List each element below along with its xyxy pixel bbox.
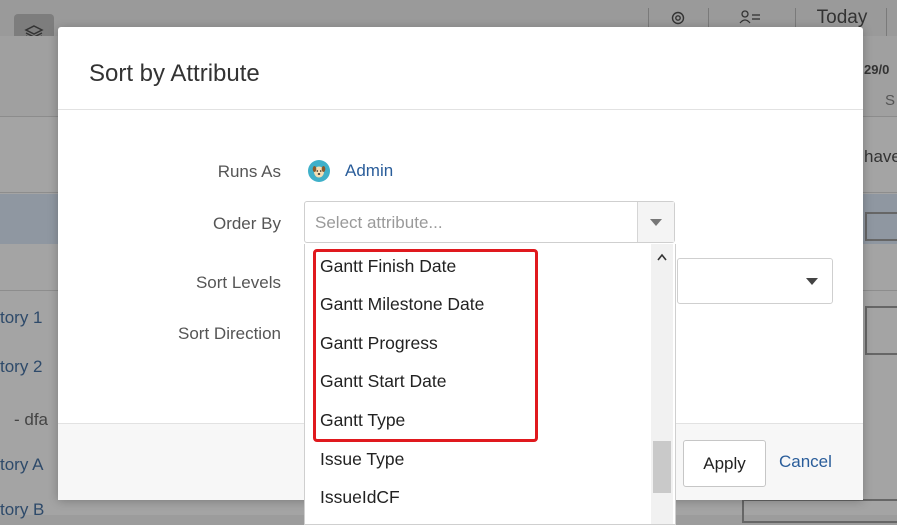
gantt-options-highlight [313, 249, 538, 442]
runs-as-user-link[interactable]: Admin [345, 161, 393, 181]
row-story-a[interactable]: tory A [0, 455, 43, 475]
scrollbar-thumb[interactable] [653, 441, 671, 493]
apply-button[interactable]: Apply [683, 440, 766, 487]
chevron-down-icon [806, 278, 818, 285]
timeline-date: 29/0 [864, 62, 890, 77]
sort-levels-select[interactable] [677, 258, 833, 304]
dropdown-option[interactable]: IssueIdCF [320, 487, 400, 508]
chevron-up-icon [657, 253, 667, 261]
runs-as-value: Admin [308, 160, 393, 182]
dog-avatar-icon [312, 166, 326, 178]
chevron-down-icon [650, 218, 662, 226]
order-by-placeholder: Select attribute... [315, 213, 443, 232]
dialog-title: Sort by Attribute [89, 60, 260, 87]
user-list-icon [739, 10, 760, 24]
row-story-2[interactable]: tory 2 [0, 357, 43, 377]
dialog-header: Sort by Attribute [58, 27, 863, 110]
order-by-label: Order By [212, 214, 281, 233]
runs-as-label: Runs As [217, 162, 281, 181]
dropdown-option[interactable]: Issue Type [320, 449, 404, 470]
sort-direction-label: Sort Direction [178, 324, 281, 343]
sort-levels-label: Sort Levels [195, 273, 281, 292]
row-story-b[interactable]: tory B [0, 500, 44, 520]
row-dfa[interactable]: - dfa [14, 410, 48, 430]
gear-icon [671, 11, 685, 25]
gantt-bar [865, 212, 897, 241]
scroll-up-button[interactable] [651, 246, 673, 268]
dropdown-scrollbar[interactable] [651, 244, 673, 524]
sort-by-attribute-dialog: Sort by Attribute Runs As Admin Order By… [58, 27, 863, 525]
order-by-select[interactable]: Select attribute... [304, 201, 675, 243]
avatar [308, 160, 330, 182]
gantt-bar [742, 499, 897, 523]
cancel-button[interactable]: Cancel [779, 452, 832, 472]
background-cell-text: have [864, 147, 897, 166]
order-by-toggle[interactable] [637, 202, 674, 242]
row-story-1[interactable]: tory 1 [0, 308, 43, 328]
timeline-day: S [885, 92, 896, 109]
gantt-bar [865, 306, 897, 355]
